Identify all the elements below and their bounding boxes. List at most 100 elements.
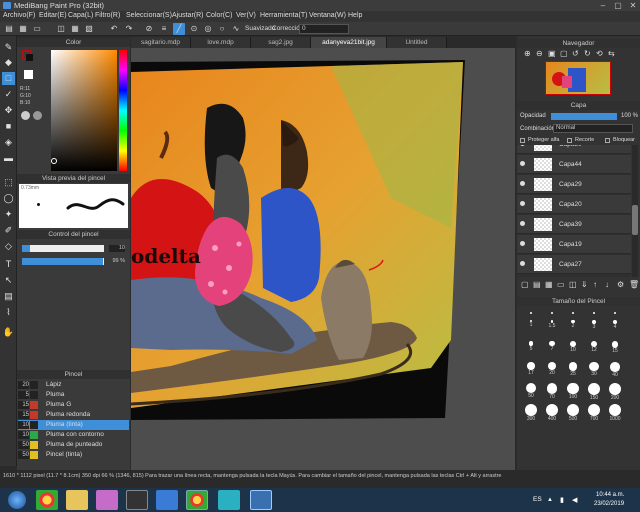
layer-row[interactable]: Capa44 [517, 155, 631, 174]
pen-tool-icon[interactable]: ✎ [2, 41, 15, 54]
clipping-checkbox[interactable] [567, 138, 572, 143]
medibang-taskbar-icon[interactable] [250, 490, 272, 510]
pen-item[interactable]: 10 Pluma (tinta) [18, 420, 129, 430]
menu-archivo[interactable]: Archivo(F) [3, 12, 35, 19]
transform-icon[interactable]: ◫ [55, 23, 67, 35]
layer-list[interactable]: Capa30 Capa44 Capa29 Capa20 Capa39 Capa19 Capa… [517, 145, 631, 277]
tray-arrow-icon[interactable]: ▲ [547, 497, 553, 503]
zoom-in-icon[interactable]: ⊕ [524, 49, 531, 58]
start-button[interactable] [8, 491, 26, 509]
brush-size-cell[interactable]: 200 [605, 383, 625, 401]
eraser-tool-icon[interactable]: ◆ [2, 56, 15, 69]
save-icon[interactable]: ▦ [17, 23, 29, 35]
fill-shape-icon[interactable]: ■ [2, 120, 15, 133]
select-tool-icon[interactable]: ⬚ [2, 176, 15, 189]
menu-filtro[interactable]: Filtro(R) [95, 12, 120, 19]
new-halftone-layer-icon[interactable]: ▦ [545, 280, 553, 289]
snap-curve-icon[interactable]: ∿ [230, 23, 242, 35]
operation-tool-icon[interactable]: ↖ [2, 274, 15, 287]
brush-size-cell[interactable]: 100 [563, 383, 583, 401]
brush-size-cell[interactable]: 40 [605, 362, 625, 380]
brush-size-cell[interactable]: 17 [521, 362, 541, 380]
menu-help[interactable]: Help [348, 12, 362, 19]
network-icon[interactable]: ▮ [560, 496, 564, 504]
color-palette-mode-icon[interactable] [33, 111, 42, 120]
canvas-area[interactable]: odelta [131, 48, 515, 470]
hand-tool-icon[interactable]: ✋ [2, 326, 15, 339]
protect-alpha-checkbox[interactable] [520, 138, 525, 143]
fit-icon[interactable]: ▣ [548, 49, 556, 58]
gradient-tool-icon[interactable]: ▬ [2, 152, 15, 165]
pen-item[interactable]: 50 Pincel (tinta) [18, 450, 129, 460]
layer-opacity-slider[interactable] [551, 113, 617, 120]
brush-size-cell[interactable]: 300 [521, 404, 541, 422]
rotate-right-icon[interactable]: ↻ [584, 49, 591, 58]
brush-size-slider[interactable] [22, 245, 104, 252]
text-tool-icon[interactable]: T [2, 258, 15, 271]
snap-circle-icon[interactable]: ○ [216, 23, 228, 35]
select-pen-icon[interactable]: ✐ [2, 224, 15, 237]
tab-sag2[interactable]: sag2.jpg [251, 37, 311, 48]
new-file-icon[interactable]: ▤ [3, 23, 15, 35]
layer-visibility-icon[interactable] [520, 221, 525, 226]
grid-icon[interactable]: ▦ [69, 23, 81, 35]
brush-size-cell[interactable]: 70 [542, 383, 562, 401]
lock-checkbox[interactable] [605, 138, 610, 143]
duplicate-layer-icon[interactable]: ◫ [569, 280, 577, 289]
menu-capa[interactable]: Capa(L) [68, 12, 93, 19]
menu-ventana[interactable]: Ventana(W) [309, 12, 346, 19]
brush-size-cell[interactable]: 12 [584, 341, 604, 359]
snap-parallel-icon[interactable]: ≡ [158, 23, 170, 35]
volume-icon[interactable]: ◀ [572, 496, 577, 504]
brush-size-cell[interactable]: 30 [584, 362, 604, 380]
minimize-button[interactable]: – [596, 0, 610, 11]
layer-visibility-icon[interactable] [520, 241, 525, 246]
color-saturation-field[interactable] [51, 50, 117, 171]
eyedropper-tool-icon[interactable]: ⌇ [2, 306, 15, 319]
brush-size-cell[interactable]: 4 [605, 320, 625, 338]
brush-size-cell[interactable]: 700 [584, 404, 604, 422]
file-explorer-icon[interactable] [66, 490, 88, 510]
snap-off-icon[interactable]: ⊘ [143, 23, 155, 35]
brush-size-cell[interactable]: 500 [563, 404, 583, 422]
brush-size-cell[interactable]: 2 [563, 320, 583, 338]
layer-visibility-icon[interactable] [520, 161, 525, 166]
layer-blend-select[interactable]: Normal [553, 124, 633, 133]
magic-wand-icon[interactable]: ✦ [2, 208, 15, 221]
brush-size-cell[interactable]: 20 [542, 362, 562, 380]
brush-size-value[interactable]: 10 [109, 245, 125, 252]
tab-love[interactable]: love.mdp [191, 37, 251, 48]
layer-row[interactable]: Capa39 [517, 215, 631, 234]
brush-size-cell[interactable]: 7 [542, 341, 562, 359]
brush-size-cell[interactable]: 50 [521, 383, 541, 401]
layer-row[interactable]: Capa19 [517, 235, 631, 254]
background-color-swatch[interactable] [24, 70, 33, 79]
language-indicator[interactable]: ES [533, 496, 542, 503]
tab-sagitario[interactable]: sagitario.mdp [131, 37, 191, 48]
move-tool-icon[interactable]: ✥ [2, 104, 15, 117]
undo-icon[interactable]: ↶ [108, 23, 120, 35]
brush-size-cell[interactable]: 400 [542, 404, 562, 422]
merge-down-icon[interactable]: ⇓ [581, 280, 588, 289]
maximize-button[interactable]: ▢ [611, 0, 625, 11]
brush-size-cell[interactable]: 25 [563, 362, 583, 380]
move-down-icon[interactable]: ↓ [605, 280, 609, 289]
menu-editar[interactable]: Editar(E) [39, 12, 67, 19]
snap-icon[interactable]: ▧ [83, 23, 95, 35]
brush-size-cell[interactable]: 1.5 [542, 320, 562, 338]
snap-vanishing-icon[interactable]: ⊙ [188, 23, 200, 35]
bucket-tool-icon[interactable]: ◈ [2, 136, 15, 149]
snap-crisscross-icon[interactable]: ╱ [173, 23, 185, 35]
pen-item[interactable]: 10 Pluma con contorno [18, 430, 129, 440]
layer-scrollbar[interactable] [632, 145, 638, 277]
pen-item[interactable]: 20 Lápiz [18, 380, 129, 390]
tab-adanyeva[interactable]: adanyeva21bit.jpg [311, 37, 387, 48]
layer-visibility-icon[interactable] [520, 261, 525, 266]
skype-icon[interactable] [156, 490, 178, 510]
pen-item[interactable]: 15 Pluma redonda [18, 410, 129, 420]
divide-tool-icon[interactable]: ▤ [2, 290, 15, 303]
window-icon[interactable]: ▭ [31, 23, 43, 35]
delete-layer-icon[interactable]: 🗑 [629, 280, 639, 289]
correction-select[interactable]: 0 [299, 24, 349, 34]
pen-item[interactable]: 5 Pluma [18, 390, 129, 400]
